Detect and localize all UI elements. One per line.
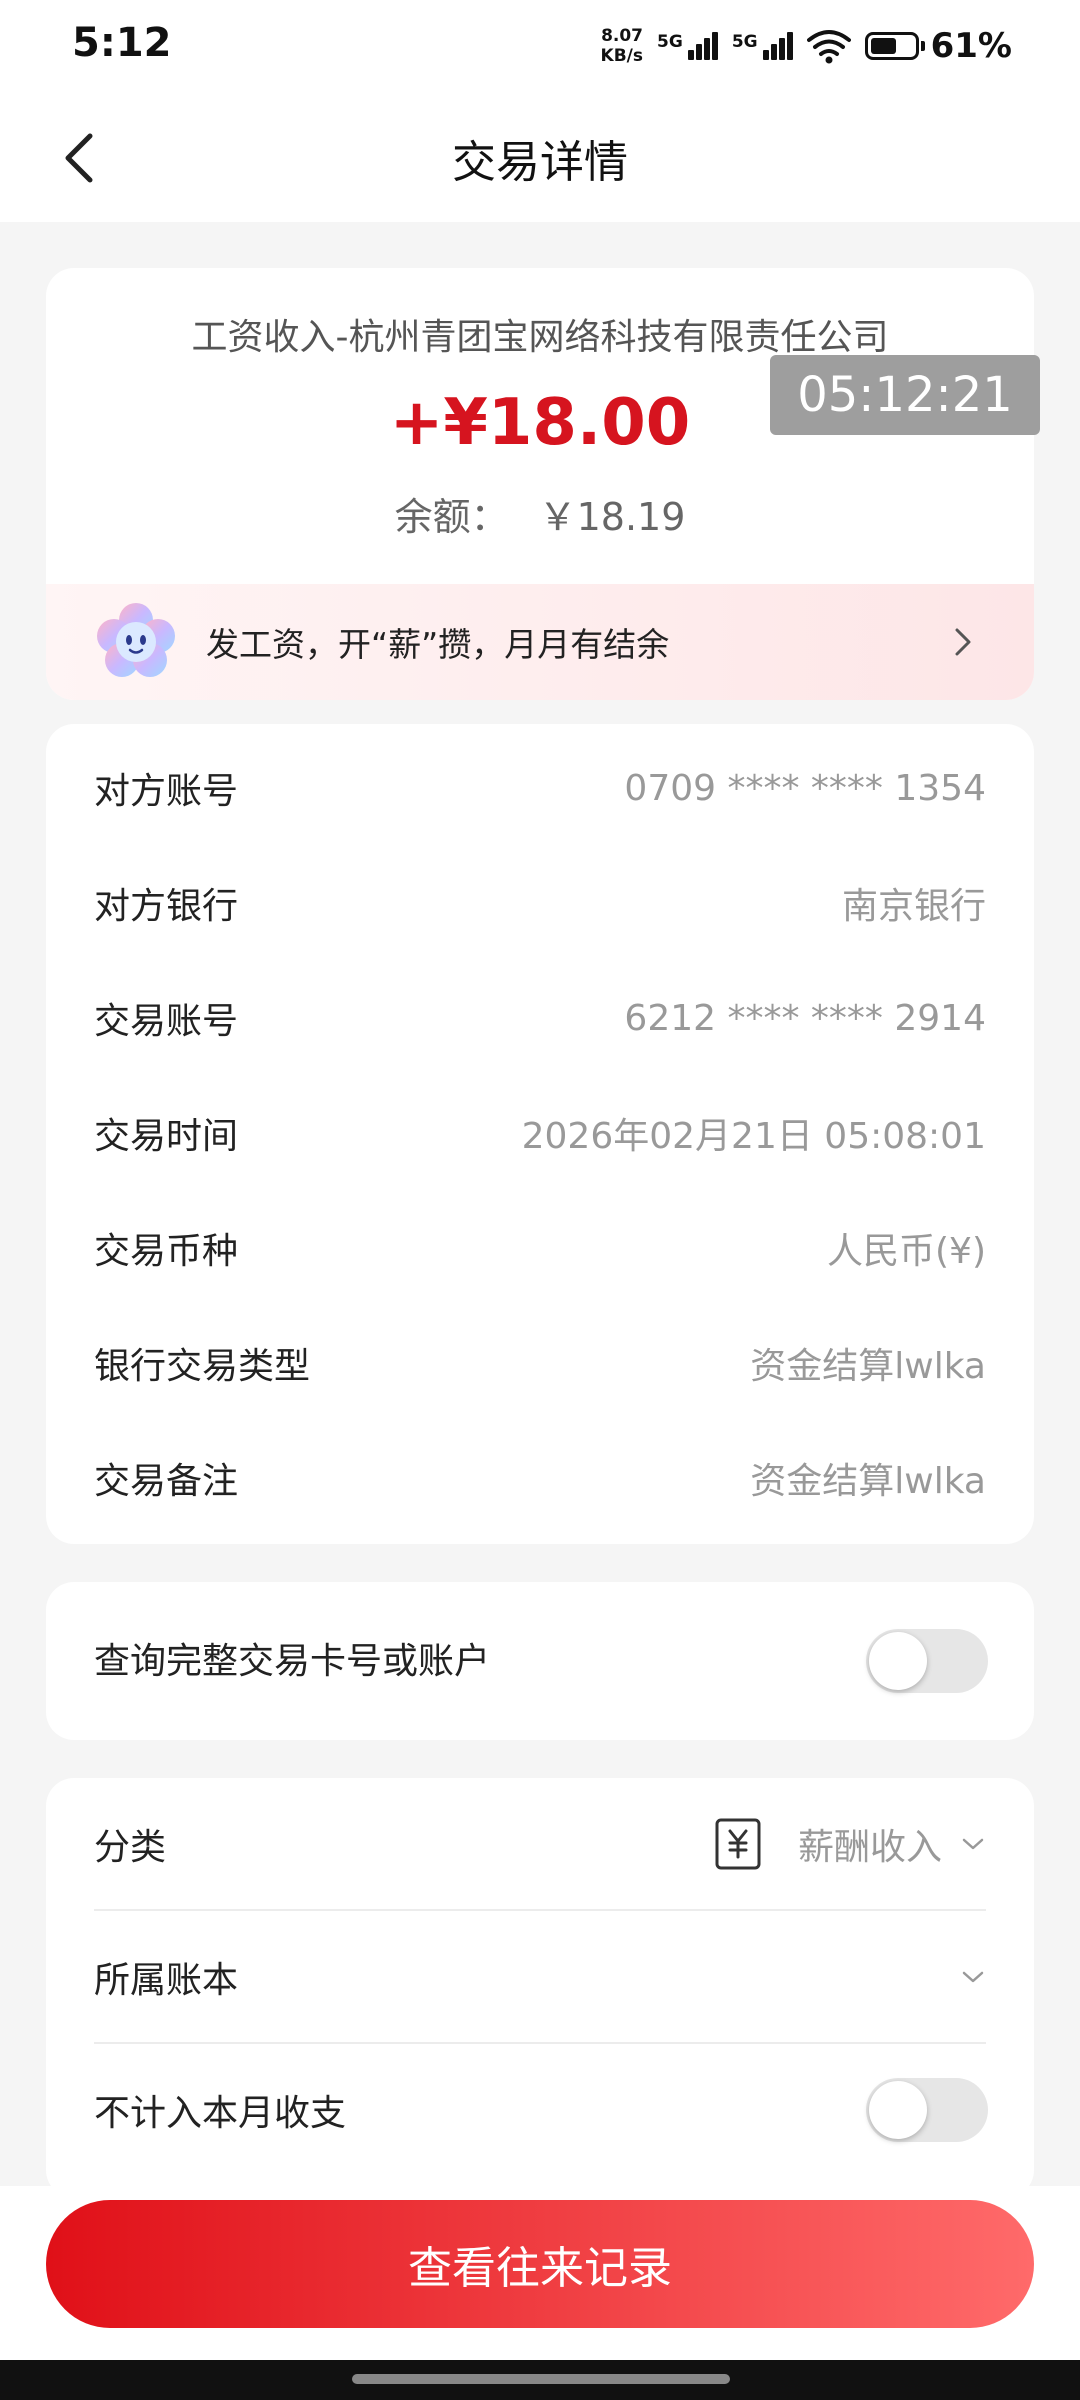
detail-key: 交易时间 bbox=[94, 1116, 239, 1157]
ledger-label: 所属账本 bbox=[94, 1960, 239, 2001]
network-speed: 8.07 KB/s bbox=[601, 26, 643, 66]
yuan-receipt-icon bbox=[715, 1818, 761, 1870]
status-bar: 5:12 8.07 KB/s 5G 5G 61% bbox=[0, 0, 1080, 90]
category-label: 分类 bbox=[94, 1827, 167, 1868]
home-indicator[interactable] bbox=[352, 2374, 730, 2384]
sim2-label: 5G bbox=[731, 32, 758, 52]
flower-mascot-icon bbox=[97, 603, 175, 677]
ledger-row[interactable]: 所属账本 bbox=[94, 1911, 986, 2043]
category-row[interactable]: 分类 薪酬收入 bbox=[94, 1778, 986, 1910]
detail-key: 对方银行 bbox=[94, 886, 239, 927]
toggle-knob bbox=[869, 1632, 927, 1690]
battery-percent: 61% bbox=[930, 26, 1012, 66]
detail-key: 银行交易类型 bbox=[94, 1346, 311, 1387]
timestamp-overlay: 05:12:21 bbox=[770, 355, 1040, 435]
toggle-knob bbox=[869, 2081, 927, 2139]
battery-icon: 61% bbox=[864, 26, 1012, 66]
detail-row: 对方银行 南京银行 bbox=[94, 873, 986, 933]
detail-key: 交易账号 bbox=[94, 1001, 239, 1042]
detail-row: 交易账号 6212 **** **** 2914 bbox=[94, 988, 986, 1048]
balance-line: 余额： ￥18.19 bbox=[46, 486, 1034, 541]
chevron-down-icon bbox=[962, 1971, 984, 1983]
bottom-action-area: 查看往来记录 bbox=[0, 2186, 1080, 2360]
wifi-icon bbox=[806, 30, 851, 64]
balance-label: 余额： bbox=[394, 495, 509, 539]
detail-key: 交易币种 bbox=[94, 1231, 239, 1272]
exclude-month-label: 不计入本月收支 bbox=[94, 2093, 347, 2134]
transaction-summary-card: 工资收入-杭州青团宝网络科技有限责任公司 +¥18.00 余额： ￥18.19 发… bbox=[46, 268, 1034, 700]
detail-row: 银行交易类型 资金结算lwlka bbox=[94, 1333, 986, 1393]
category-value: 薪酬收入 bbox=[797, 1827, 942, 1868]
network-speed-unit: KB/s bbox=[600, 46, 644, 66]
detail-key: 交易备注 bbox=[94, 1461, 239, 1502]
promo-text: 发工资，开“薪”攒，月月有结余 bbox=[206, 625, 670, 664]
sim1-label: 5G bbox=[657, 32, 683, 52]
detail-row: 交易币种 人民币(¥) bbox=[94, 1218, 986, 1278]
promo-banner[interactable]: 发工资，开“薪”攒，月月有结余 bbox=[46, 584, 1034, 700]
detail-value: 南京银行 bbox=[841, 886, 986, 927]
network-speed-value: 8.07 bbox=[601, 26, 644, 46]
query-full-account-card: 查询完整交易卡号或账户 bbox=[46, 1582, 1034, 1740]
detail-value: 0709 **** **** 1354 bbox=[624, 767, 986, 809]
detail-key: 对方账号 bbox=[94, 771, 239, 812]
detail-row: 交易备注 资金结算lwlka bbox=[94, 1448, 986, 1508]
query-full-account-label: 查询完整交易卡号或账户 bbox=[94, 1641, 491, 1682]
category-card: 分类 薪酬收入 所属账本 不计入本月收支 bbox=[46, 1778, 1034, 2198]
signal-icon-sim1: 5G bbox=[657, 32, 718, 60]
exclude-month-toggle[interactable] bbox=[866, 2078, 988, 2142]
chevron-right-icon bbox=[955, 628, 971, 656]
detail-value: 资金结算lwlka bbox=[750, 1461, 986, 1502]
query-full-account-toggle[interactable] bbox=[866, 1629, 988, 1693]
nav-bar: 交易详情 bbox=[0, 90, 1080, 222]
chevron-down-icon bbox=[962, 1838, 984, 1850]
detail-value: 人民币(¥) bbox=[827, 1231, 986, 1272]
detail-row: 对方账号 0709 **** **** 1354 bbox=[94, 758, 986, 818]
signal-icon-sim2: 5G bbox=[732, 32, 793, 60]
page-title: 交易详情 bbox=[452, 137, 628, 188]
detail-value: 资金结算lwlka bbox=[750, 1346, 986, 1387]
exclude-month-row: 不计入本月收支 bbox=[94, 2044, 986, 2176]
detail-value: 6212 **** **** 2914 bbox=[624, 997, 986, 1039]
status-time: 5:12 bbox=[72, 20, 172, 66]
view-history-button[interactable]: 查看往来记录 bbox=[46, 2200, 1034, 2328]
detail-row: 交易时间 2026年02月21日 05:08:01 bbox=[94, 1103, 986, 1163]
system-nav-bar bbox=[0, 2360, 1080, 2400]
status-icons: 8.07 KB/s 5G 5G 61% bbox=[601, 18, 1012, 74]
transaction-details-card: 对方账号 0709 **** **** 1354 对方银行 南京银行 交易账号 … bbox=[46, 724, 1034, 1544]
detail-value: 2026年02月21日 05:08:01 bbox=[521, 1116, 986, 1157]
transaction-description: 工资收入-杭州青团宝网络科技有限责任公司 bbox=[191, 317, 889, 358]
balance-value: ￥18.19 bbox=[538, 495, 686, 539]
